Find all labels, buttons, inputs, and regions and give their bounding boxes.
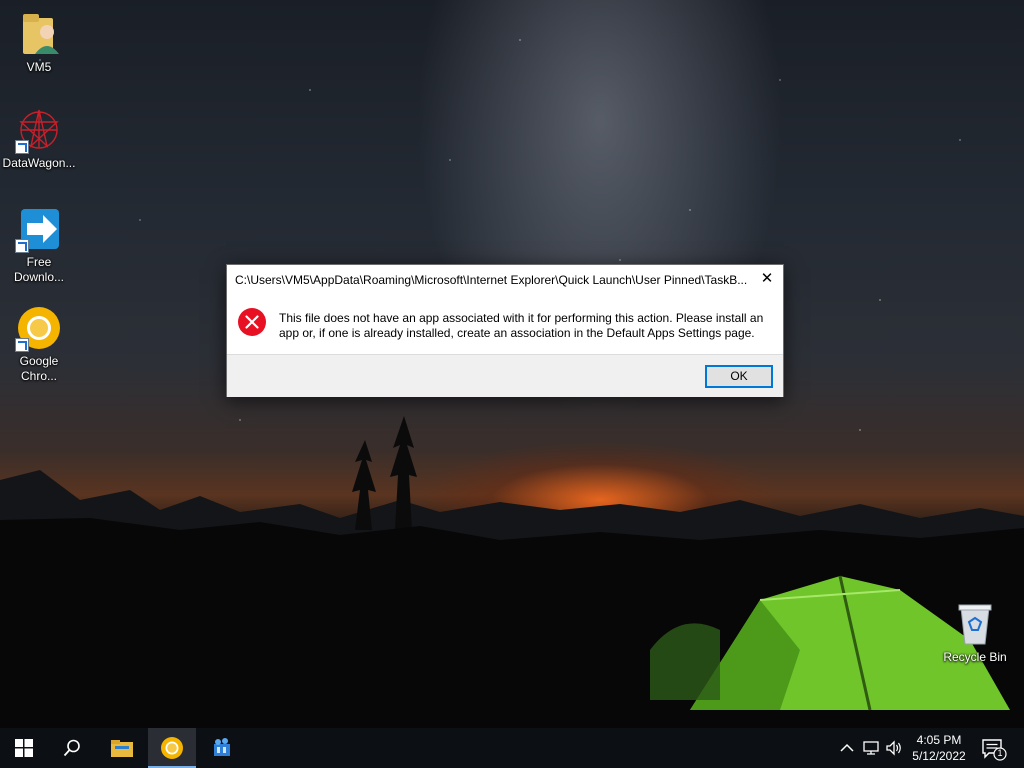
dialog-title: C:\Users\VM5\AppData\Roaming\Microsoft\I… [235, 273, 748, 287]
desktop-icon-free-download-manager[interactable]: Free Downlo... [1, 205, 77, 285]
search-icon [63, 739, 80, 757]
desktop-icon-label: DataWagon... [2, 156, 76, 170]
desktop-icon-vm5[interactable]: VM5 [1, 10, 77, 75]
datawagon-icon [214, 738, 230, 756]
clock-date: 5/12/2022 [912, 749, 966, 763]
taskbar-clock[interactable]: 4:05 PM 5/12/2022 [906, 732, 972, 764]
chrome-icon [161, 737, 183, 759]
taskbar-datawagon[interactable] [198, 728, 246, 768]
close-icon: ✕ [760, 270, 774, 287]
desktop-icon-label: Google Chro... [19, 354, 59, 383]
shortcut-arrow-icon [15, 140, 29, 154]
user-folder-icon [15, 10, 63, 58]
close-button[interactable]: ✕ [751, 265, 783, 293]
chevron-up-icon[interactable] [838, 738, 856, 758]
taskbar: 4:05 PM 5/12/2022 1 [0, 728, 1024, 768]
error-icon [237, 307, 267, 337]
dialog-footer: OK [227, 354, 783, 397]
start-icon [15, 739, 33, 757]
network-icon[interactable] [862, 738, 880, 758]
chrome-icon [15, 304, 63, 352]
taskbar-chrome[interactable] [148, 728, 196, 768]
ok-button[interactable]: OK [705, 365, 773, 388]
shortcut-arrow-icon [15, 338, 29, 352]
shortcut-arrow-icon [15, 239, 29, 253]
recycle-bin-icon [951, 600, 999, 648]
file-explorer-icon [111, 740, 133, 757]
desktop-icon-google-chrome[interactable]: Google Chro... [1, 304, 77, 384]
clock-time: 4:05 PM [916, 733, 962, 747]
dialog-message: This file does not have an app associate… [279, 311, 764, 340]
desktop-icon-recycle-bin[interactable]: Recycle Bin [937, 600, 1013, 665]
notification-count: 1 [997, 748, 1003, 758]
desktop-icon-label: Free Downlo... [13, 255, 65, 284]
search-button[interactable] [48, 728, 96, 768]
error-dialog: C:\Users\VM5\AppData\Roaming\Microsoft\I… [226, 264, 784, 397]
start-button[interactable] [0, 728, 48, 768]
desktop-icon-label: Recycle Bin [943, 650, 1007, 664]
datawagon-icon [15, 106, 63, 154]
desktop-icon-datawagon[interactable]: DataWagon... [1, 106, 77, 171]
desktop-icon-label: VM5 [26, 60, 52, 74]
landscape-silhouette [0, 416, 1024, 728]
action-center-button[interactable]: 1 [980, 736, 1008, 762]
free-download-manager-icon [15, 205, 63, 253]
volume-icon[interactable] [885, 738, 903, 758]
taskbar-file-explorer[interactable] [98, 728, 146, 768]
